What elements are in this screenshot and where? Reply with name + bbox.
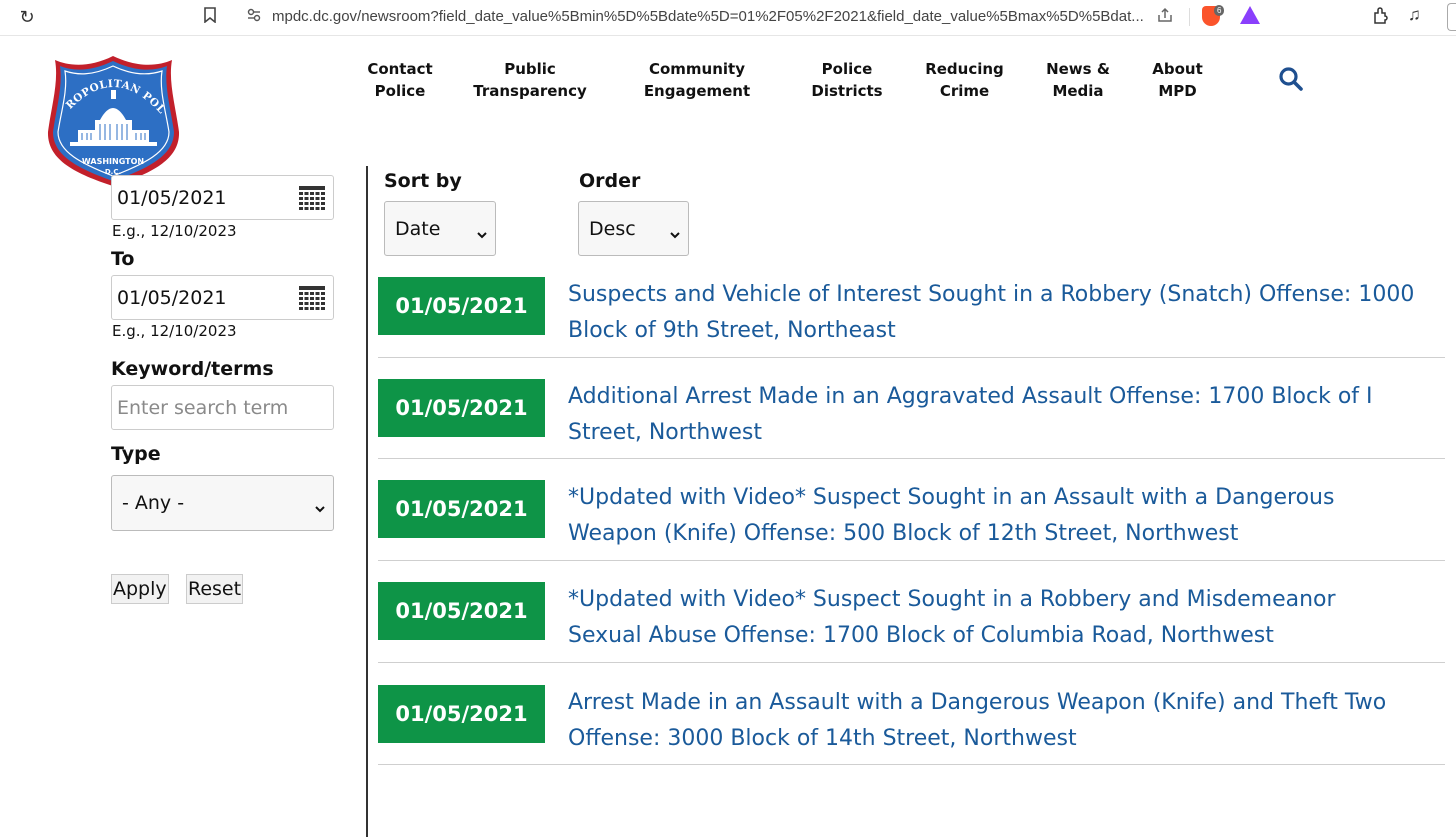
chevron-down-icon bbox=[476, 224, 488, 239]
nav-item-line2: Districts bbox=[811, 82, 883, 100]
calendar-icon[interactable] bbox=[299, 186, 325, 210]
logo-bottom-text: WASHINGTON bbox=[82, 157, 144, 166]
sort-by-value: Date bbox=[395, 218, 441, 240]
nav-contact-police[interactable]: Contact Police bbox=[360, 58, 440, 102]
date-badge: 01/05/2021 bbox=[378, 480, 545, 538]
search-icon[interactable] bbox=[1278, 66, 1304, 92]
news-title-line2: Sexual Abuse Offense: 1700 Block of Colu… bbox=[568, 623, 1274, 648]
news-title-link[interactable]: *Updated with Video* Suspect Sought in a… bbox=[568, 480, 1438, 552]
news-title-line2: Weapon (Knife) Offense: 500 Block of 12t… bbox=[568, 521, 1239, 546]
nav-item-line2: Crime bbox=[939, 82, 990, 100]
address-bar[interactable]: mpdc.dc.gov/newsroom?field_date_value%5B… bbox=[236, 2, 1268, 32]
news-title-line2: Block of 9th Street, Northeast bbox=[568, 318, 896, 343]
news-list-item: 01/05/2021 Suspects and Vehicle of Inter… bbox=[378, 256, 1445, 358]
order-label: Order bbox=[579, 170, 641, 192]
nav-item-line1: Reducing bbox=[925, 60, 1004, 78]
side-panel-edge bbox=[1447, 3, 1456, 31]
news-title-line1: Arrest Made in an Assault with a Dangero… bbox=[568, 690, 1387, 715]
nav-item-line1: About bbox=[1152, 60, 1203, 78]
reset-button[interactable]: Reset bbox=[186, 574, 244, 604]
date-badge: 01/05/2021 bbox=[378, 379, 545, 437]
keyword-search-input[interactable] bbox=[111, 385, 334, 430]
main-navigation: Contact Police Public Transparency Commu… bbox=[345, 58, 1265, 108]
nav-item-line2: Engagement bbox=[643, 82, 751, 100]
news-title-line1: Additional Arrest Made in an Aggravated … bbox=[568, 384, 1373, 409]
nav-public-transparency[interactable]: Public Transparency bbox=[470, 58, 590, 102]
type-select[interactable]: - Any - bbox=[111, 475, 334, 531]
calendar-icon[interactable] bbox=[299, 286, 325, 310]
nav-community-engagement[interactable]: Community Engagement bbox=[640, 58, 754, 102]
nav-reducing-crime[interactable]: Reducing Crime bbox=[922, 58, 1007, 102]
extensions-icon[interactable] bbox=[1372, 6, 1390, 29]
address-bar-separator bbox=[1189, 8, 1190, 26]
news-title-link[interactable]: Suspects and Vehicle of Interest Sought … bbox=[568, 277, 1438, 349]
keyword-label: Keyword/terms bbox=[111, 358, 274, 380]
order-value: Desc bbox=[589, 218, 636, 240]
bookmark-icon[interactable] bbox=[200, 7, 220, 27]
browser-toolbar: ↻ mpdc.dc.gov/newsroom?field_date_value%… bbox=[0, 0, 1456, 36]
news-title-line1: Suspects and Vehicle of Interest Sought … bbox=[568, 282, 1415, 307]
news-title-line1: *Updated with Video* Suspect Sought in a… bbox=[568, 587, 1336, 612]
news-list-item: 01/05/2021 Arrest Made in an Assault wit… bbox=[378, 663, 1445, 765]
news-title-link[interactable]: *Updated with Video* Suspect Sought in a… bbox=[568, 582, 1438, 654]
order-select[interactable]: Desc bbox=[578, 201, 689, 256]
news-title-line2: Street, Northwest bbox=[568, 420, 762, 445]
media-icon[interactable]: ♫ bbox=[1408, 5, 1421, 25]
date-badge: 01/05/2021 bbox=[378, 582, 545, 640]
news-list-item: 01/05/2021 *Updated with Video* Suspect … bbox=[378, 561, 1445, 663]
nav-item-line2: Media bbox=[1052, 82, 1104, 100]
mpd-logo[interactable]: METROPOLITAN POLICE WASHINGTON D.C. bbox=[40, 43, 181, 190]
news-title-link[interactable]: Additional Arrest Made in an Aggravated … bbox=[568, 379, 1438, 451]
nav-item-line1: Contact bbox=[367, 60, 433, 78]
nav-item-line2: Police bbox=[374, 82, 426, 100]
date-to-label: To bbox=[111, 248, 135, 270]
nav-news-media[interactable]: News & Media bbox=[1042, 58, 1114, 102]
news-list-item: 01/05/2021 Additional Arrest Made in an … bbox=[378, 357, 1445, 459]
extension-count-badge: 6 bbox=[1214, 5, 1225, 16]
nav-police-districts[interactable]: Police Districts bbox=[802, 58, 892, 102]
date-from-hint: E.g., 12/10/2023 bbox=[112, 222, 237, 240]
nav-item-line1: Community bbox=[648, 60, 746, 78]
news-title-link[interactable]: Arrest Made in an Assault with a Dangero… bbox=[568, 685, 1438, 757]
nav-item-line2: MPD bbox=[1158, 82, 1197, 100]
nav-item-line1: Police bbox=[821, 60, 873, 78]
sort-by-label: Sort by bbox=[384, 170, 462, 192]
date-from-field[interactable]: 01/05/2021 bbox=[111, 175, 334, 220]
column-divider bbox=[366, 166, 368, 837]
share-icon[interactable] bbox=[1156, 6, 1174, 28]
nav-about-mpd[interactable]: About MPD bbox=[1145, 58, 1210, 102]
sort-by-select[interactable]: Date bbox=[384, 201, 496, 256]
news-title-line2: Offense: 3000 Block of 14th Street, Nort… bbox=[568, 726, 1077, 751]
type-label: Type bbox=[111, 443, 161, 465]
news-title-line1: *Updated with Video* Suspect Sought in a… bbox=[568, 485, 1335, 510]
chevron-down-icon bbox=[314, 498, 326, 513]
chevron-down-icon bbox=[669, 224, 681, 239]
triangle-icon[interactable] bbox=[1240, 6, 1260, 24]
date-badge: 01/05/2021 bbox=[378, 277, 545, 335]
date-from-value: 01/05/2021 bbox=[117, 187, 227, 209]
reload-icon[interactable]: ↻ bbox=[16, 6, 38, 28]
nav-item-line2: Transparency bbox=[473, 82, 587, 100]
news-list-item: 01/05/2021 *Updated with Video* Suspect … bbox=[378, 459, 1445, 561]
nav-item-line1: Public bbox=[504, 60, 556, 78]
apply-button[interactable]: Apply bbox=[111, 574, 169, 604]
url-text[interactable]: mpdc.dc.gov/newsroom?field_date_value%5B… bbox=[272, 8, 1152, 25]
type-select-value: - Any - bbox=[122, 492, 185, 514]
nav-item-line1: News & bbox=[1046, 60, 1110, 78]
date-to-value: 01/05/2021 bbox=[117, 287, 227, 309]
date-to-field[interactable]: 01/05/2021 bbox=[111, 275, 334, 320]
date-to-hint: E.g., 12/10/2023 bbox=[112, 322, 237, 340]
date-badge: 01/05/2021 bbox=[378, 685, 545, 743]
site-info-icon[interactable] bbox=[246, 7, 262, 26]
